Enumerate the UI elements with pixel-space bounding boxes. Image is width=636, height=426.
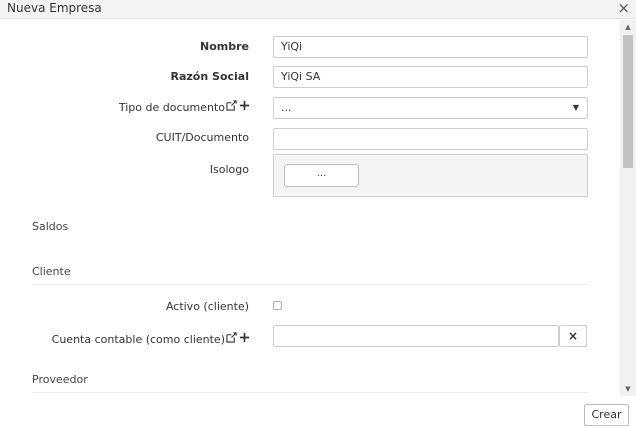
edit-icon[interactable] — [226, 100, 237, 111]
cuenta-contable-label: Cuenta contable (como cliente) — [51, 333, 225, 346]
dialog-footer: Crear — [0, 398, 636, 426]
cuit-input[interactable] — [273, 128, 588, 150]
razon-social-label: Razón Social — [170, 70, 249, 83]
cuenta-contable-input[interactable] — [273, 325, 559, 347]
scroll-up-icon[interactable]: ▲ — [620, 20, 636, 34]
edit-icon[interactable] — [226, 332, 237, 343]
isologo-upload-area: ... — [273, 154, 588, 197]
scrollbar-thumb[interactable] — [623, 35, 633, 168]
section-cliente: Cliente — [32, 265, 71, 278]
tipo-documento-label: Tipo de documento — [118, 101, 225, 114]
cuit-label: CUIT/Documento — [155, 131, 249, 144]
dialog-titlebar: Nueva Empresa × — [0, 0, 636, 19]
nombre-label: Nombre — [200, 40, 249, 53]
activo-cliente-label: Activo (cliente) — [165, 300, 249, 313]
dialog-content: Nombre YiQi Razón Social YiQi SA Tipo de… — [0, 20, 620, 398]
dialog-title: Nueva Empresa — [7, 1, 102, 15]
add-icon[interactable] — [239, 100, 250, 111]
isologo-label: Isologo — [209, 163, 249, 176]
section-saldos: Saldos — [32, 220, 69, 233]
nombre-input[interactable]: YiQi — [273, 36, 588, 58]
cuenta-contable-label-group: Cuenta contable (como cliente) — [52, 332, 250, 346]
tipo-documento-select[interactable]: ... ▼ — [273, 97, 588, 119]
razon-social-input[interactable]: YiQi SA — [273, 66, 588, 88]
close-icon[interactable]: × — [617, 0, 630, 17]
section-proveedor: Proveedor — [32, 373, 88, 386]
clear-cuenta-contable-button[interactable]: × — [559, 325, 587, 347]
vertical-scrollbar[interactable]: ▲ ▼ — [620, 20, 636, 396]
tipo-documento-label-group: Tipo de documento — [119, 100, 250, 114]
proveedor-divider — [32, 392, 588, 393]
cliente-divider — [32, 284, 588, 285]
activo-cliente-checkbox[interactable] — [273, 301, 282, 310]
chevron-down-icon: ▼ — [572, 103, 579, 112]
crear-button[interactable]: Crear — [584, 404, 629, 426]
add-icon[interactable] — [239, 332, 250, 343]
tipo-documento-value: ... — [281, 101, 292, 114]
isologo-pick-button[interactable]: ... — [284, 164, 359, 187]
scroll-down-icon[interactable]: ▼ — [620, 382, 636, 396]
